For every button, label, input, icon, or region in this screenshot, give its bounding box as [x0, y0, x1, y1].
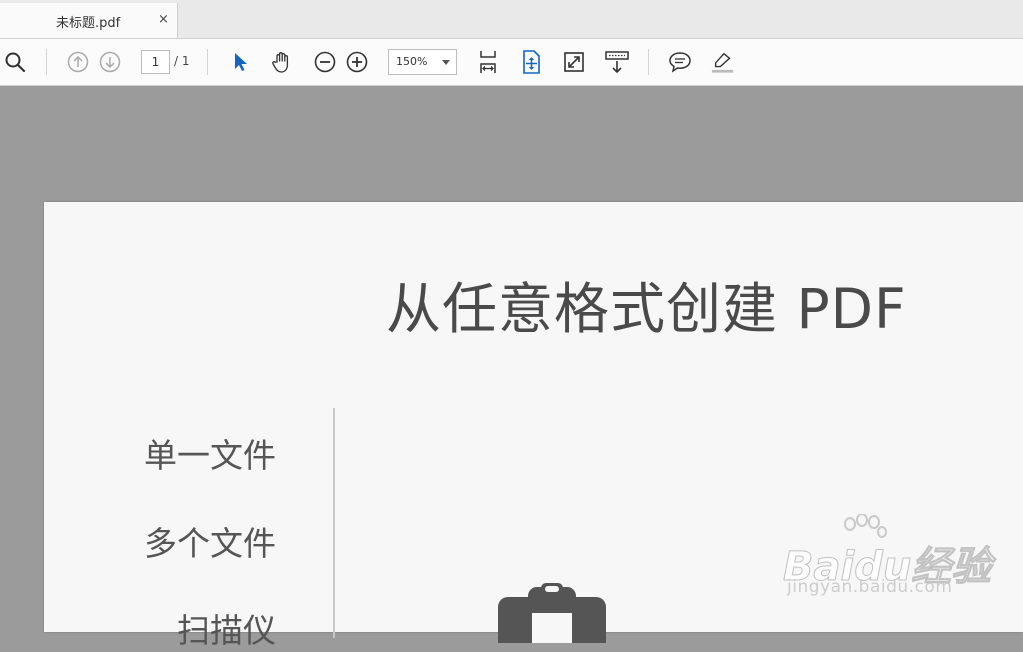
search-icon[interactable] [3, 50, 27, 74]
highlight-icon[interactable] [711, 50, 735, 74]
select-arrow-icon[interactable] [228, 50, 252, 74]
comment-icon[interactable] [668, 50, 692, 74]
full-screen-icon[interactable] [562, 50, 586, 74]
watermark-url: jingyan.baidu.com [787, 577, 953, 597]
close-tab-button[interactable]: × [158, 12, 169, 27]
toolbar-divider [648, 49, 649, 75]
menu-divider [333, 408, 335, 638]
chevron-down-icon [442, 60, 450, 65]
clipboard-icon [498, 583, 606, 652]
toolbar-divider [207, 49, 208, 75]
document-tab[interactable]: 未标题.pdf × [0, 3, 178, 38]
menu-item-single-file: 单一文件 [144, 436, 276, 475]
page-up-icon[interactable] [66, 50, 90, 74]
page-total: / 1 [174, 54, 190, 68]
menu-item-scanner: 扫描仪 [177, 611, 276, 650]
baidu-watermark: Baidu经验 jingyan.baidu.com [782, 514, 992, 604]
page-number-input[interactable]: 1 [141, 50, 170, 74]
document-title: 从任意格式创建 PDF [386, 277, 907, 341]
zoom-in-icon[interactable] [345, 50, 369, 74]
toolbar: 1 / 1 150% [0, 39, 1023, 86]
scroll-mode-icon[interactable] [519, 50, 543, 74]
zoom-value: 150% [396, 55, 428, 68]
fit-page-icon[interactable] [476, 50, 500, 74]
toolbar-divider [46, 49, 47, 75]
menu-item-multiple-files: 多个文件 [144, 524, 276, 563]
read-mode-icon[interactable] [605, 50, 629, 74]
tab-bar: 未标题.pdf × [0, 0, 1023, 39]
hand-icon[interactable] [270, 50, 294, 74]
page-down-icon[interactable] [98, 50, 122, 74]
zoom-select[interactable]: 150% [388, 49, 457, 75]
tab-title: 未标题.pdf [56, 16, 121, 31]
zoom-out-icon[interactable] [313, 50, 337, 74]
